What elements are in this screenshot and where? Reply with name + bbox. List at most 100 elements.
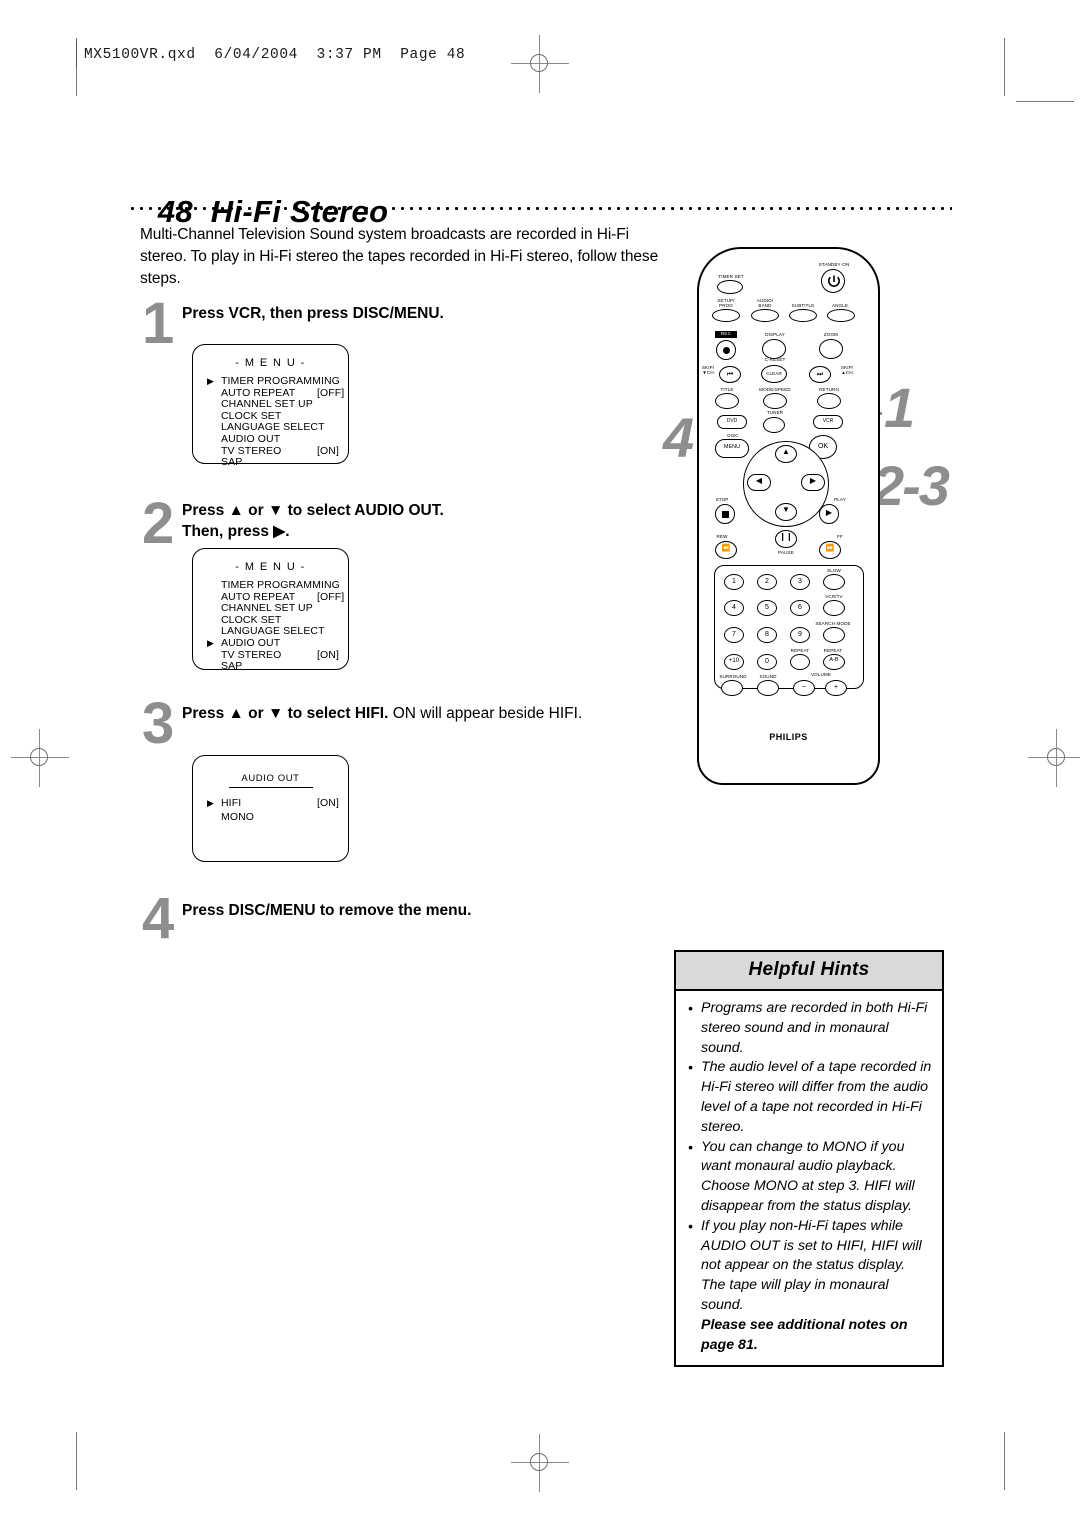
- setup-prog-label: SETUP/ PROG: [717, 298, 735, 308]
- skip-forward-icon: ⏭: [816, 371, 824, 378]
- sound-label: SOUND: [759, 674, 777, 679]
- osd-row: AUDIO OUT: [207, 432, 340, 446]
- arrow-right-icon: ▶: [809, 476, 817, 485]
- volume-minus-label: −: [801, 684, 807, 691]
- trim-mark-bottom-right-v: [1004, 1432, 1005, 1490]
- osd-1-rows: ▶ TIMER PROGRAMMING AUTO REPEAT [OFF] CHAN…: [207, 375, 344, 469]
- page-title: 48 Hi-Fi Stereo: [140, 158, 388, 230]
- audio-band-button[interactable]: [751, 309, 779, 322]
- helpful-hints-heading: Helpful Hints: [676, 952, 942, 991]
- tuner-button[interactable]: [763, 417, 785, 433]
- return-button[interactable]: [817, 393, 841, 409]
- tuner-label: TUNER: [766, 410, 784, 415]
- mode-speed-button[interactable]: [763, 393, 787, 409]
- bullet-icon: •: [688, 1217, 693, 1234]
- hint-text: The audio level of a tape recorded in Hi…: [701, 1059, 932, 1135]
- callout-right-1: 1: [884, 376, 915, 439]
- step-number-4: 4: [142, 886, 175, 951]
- rec-dot-icon: [722, 346, 730, 354]
- setup-prog-button[interactable]: [712, 309, 740, 322]
- hint-item: • You can change to MONO if you want mona…: [685, 1138, 933, 1217]
- helpful-hints-body: • Programs are recorded in both Hi-Fi ste…: [676, 991, 942, 1365]
- hint-text: If you play non-Hi-Fi tapes while AUDIO …: [701, 1217, 922, 1313]
- return-label: RETURN: [819, 387, 839, 392]
- mode-speed-label: MODE/SPEED: [759, 387, 791, 392]
- callout-right-2-3: 2-3: [873, 454, 950, 517]
- sound-button[interactable]: [757, 680, 779, 696]
- registration-mark-left: [11, 729, 69, 787]
- registration-mark-top: [511, 35, 569, 93]
- standby-on-label: STANDBY·ON: [818, 262, 850, 267]
- vcr-tv-label: VCR/TV: [825, 594, 843, 599]
- trim-mark-bottom-left-v: [76, 1432, 77, 1490]
- hint-note: Please see additional notes on page 81.: [701, 1316, 908, 1353]
- osd-row-value: [ON]: [317, 444, 339, 457]
- print-header: MX5100VR.qxd 6/04/2004 3:37 PM Page 48: [84, 47, 466, 63]
- callout-left-4: 4: [663, 406, 694, 469]
- zoom-button[interactable]: [819, 339, 843, 359]
- hint-item: • The audio level of a tape recorded in H…: [685, 1058, 933, 1137]
- osd-row: ▶ HIFI [ON]: [207, 796, 340, 810]
- osd-row-label: SAP: [221, 456, 243, 469]
- timer-set-button[interactable]: [717, 280, 743, 294]
- bullet-icon: •: [688, 1059, 693, 1076]
- dvd-label: DVD: [726, 418, 738, 424]
- angle-button[interactable]: [827, 309, 855, 322]
- osd-row-value: [ON]: [317, 797, 339, 809]
- arrow-down-icon: ▼: [782, 505, 790, 514]
- timer-set-label: TIMER SET: [718, 274, 744, 279]
- play-label: PLAY: [834, 497, 846, 502]
- standby-on-button[interactable]: [821, 269, 845, 293]
- hint-item: • If you play non-Hi-Fi tapes while AUDIO…: [685, 1217, 933, 1316]
- stop-square-icon: [721, 510, 729, 518]
- hint-item: • Programs are recorded in both Hi-Fi ste…: [685, 999, 933, 1058]
- pause-label: PAUSE: [778, 550, 794, 555]
- search-mode-button[interactable]: [823, 627, 845, 643]
- ff-label: FF: [837, 534, 843, 539]
- rec-label: REC: [715, 331, 737, 338]
- osd-row-label: MONO: [221, 811, 255, 823]
- osd-menu-box-2: - M E N U - TIMER PROGRAMMING AUTO REPEA…: [192, 548, 349, 673]
- osd-row-label: HIFI: [221, 797, 242, 809]
- subtitle-button[interactable]: [789, 309, 817, 322]
- step-number-3: 3: [142, 691, 175, 756]
- surround-button[interactable]: [721, 680, 743, 696]
- title-button[interactable]: [715, 393, 739, 409]
- osd-audio-rows: ▶ HIFI [ON] MONO: [207, 796, 340, 824]
- vcr-tv-button[interactable]: [823, 600, 845, 616]
- surround-label: SURROUND: [719, 674, 747, 679]
- c-reset-label: C-RESET: [764, 357, 786, 362]
- skip-down-label: SKIP/ ▼CH: [701, 365, 715, 375]
- key-0-label: 0: [765, 658, 769, 665]
- key-5-label: 5: [765, 604, 769, 611]
- philips-logo: PHILIPS: [769, 732, 808, 742]
- key-9-label: 9: [798, 631, 802, 638]
- osd-row-label: AUDIO OUT: [221, 432, 281, 445]
- slow-button[interactable]: [823, 574, 845, 590]
- osd-row-label: TIMER PROGRAMMING: [221, 579, 340, 591]
- osd-row: SAP: [207, 457, 340, 469]
- vcr-label: VCR: [822, 418, 834, 424]
- audio-band-label: AUDIO/ BAND: [756, 298, 774, 308]
- title-divider: [128, 206, 952, 211]
- osd-row-label: AUDIO OUT: [221, 636, 281, 649]
- step-2-bold-line2: Then, press ▶.: [182, 523, 290, 540]
- step-number-2: 2: [142, 491, 175, 556]
- osd-pointer-icon: ▶: [207, 637, 215, 648]
- repeat-button[interactable]: [790, 654, 810, 670]
- rewind-icon: ⏪: [721, 545, 731, 552]
- intro-paragraph: Multi-Channel Television Sound system br…: [140, 226, 659, 287]
- volume-label: VOLUME: [810, 672, 831, 677]
- step-text-3: Press ▲ or ▼ to select HIFI. ON will app…: [182, 703, 662, 724]
- osd-2-rows: TIMER PROGRAMMING AUTO REPEAT [OFF] CHANN…: [207, 579, 344, 673]
- disc-label: DISC: [727, 433, 739, 438]
- key-7-label: 7: [732, 631, 736, 638]
- slow-label: SLOW: [827, 568, 841, 573]
- display-button[interactable]: [762, 339, 786, 359]
- osd-pointer-icon: ▶: [207, 798, 215, 808]
- step-3-regular: ON will appear beside HIFI.: [388, 705, 583, 722]
- zoom-label: ZOOM: [823, 332, 839, 337]
- step-text-4: Press DISC/MENU to remove the menu.: [182, 900, 652, 921]
- osd-row-label: TIMER PROGRAMMING: [221, 375, 340, 387]
- rew-label: REW: [716, 534, 728, 539]
